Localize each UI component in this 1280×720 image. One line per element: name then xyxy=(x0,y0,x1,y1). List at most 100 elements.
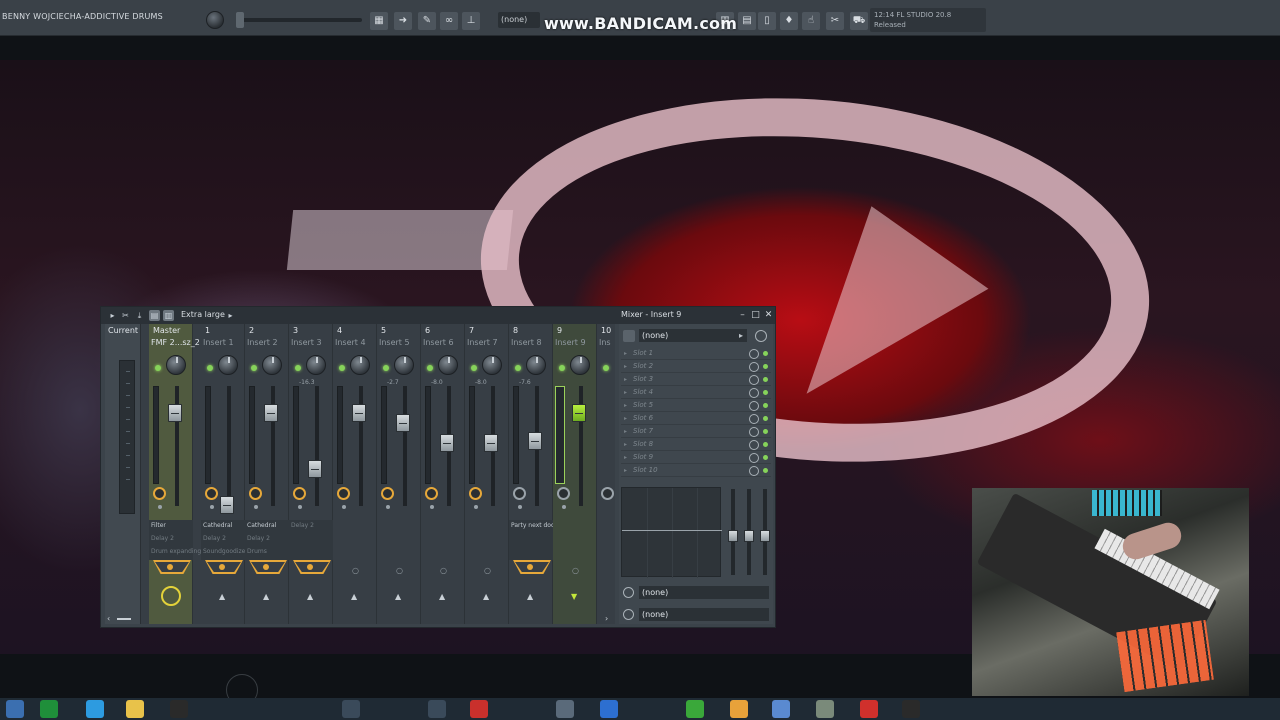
strip-enable-led[interactable] xyxy=(295,365,301,371)
scroll-right-icon[interactable]: › xyxy=(605,614,608,623)
up-arrow-icon[interactable]: ▲ xyxy=(263,592,269,601)
route-icon[interactable] xyxy=(249,487,262,500)
maximize-icon[interactable]: □ xyxy=(750,309,761,321)
fx-slot[interactable]: Soundgoodizer xyxy=(203,548,248,555)
fx-slot[interactable]: Cathedral xyxy=(247,522,276,529)
slot-enable-led[interactable] xyxy=(763,377,768,382)
strip-enable-led[interactable] xyxy=(251,365,257,371)
insert-slot-4[interactable]: ▸ Slot 4 xyxy=(621,387,771,399)
route-icon[interactable] xyxy=(557,487,570,500)
strip-name[interactable]: Insert 8 xyxy=(511,338,542,347)
mixer-strip-master[interactable]: Master FMF 2...sz_2 Filter Delay 2 Drum … xyxy=(149,324,201,624)
preset-icon[interactable] xyxy=(623,330,635,342)
slot-mix-knob[interactable] xyxy=(749,453,759,463)
slot-mix-knob[interactable] xyxy=(749,427,759,437)
up-arrow-icon[interactable]: ▲ xyxy=(219,592,225,601)
size-mode-icon[interactable]: ▥ xyxy=(163,310,174,321)
app-icon[interactable] xyxy=(730,700,748,718)
volume-fader[interactable] xyxy=(572,404,586,422)
fx-slot[interactable]: Cathedral xyxy=(203,522,232,529)
fx-slot[interactable]: Delay 2 xyxy=(203,535,226,542)
pan-knob[interactable] xyxy=(482,355,502,375)
cart-icon[interactable]: ⛟ xyxy=(850,12,868,30)
fx-slot[interactable]: Delay 2 xyxy=(247,535,270,542)
fx-slot[interactable]: Party next door xyxy=(511,522,557,529)
up-arrow-icon[interactable]: ▲ xyxy=(395,592,401,601)
preset-select[interactable]: (none) ▸ xyxy=(639,329,747,342)
route-icon[interactable] xyxy=(293,487,306,500)
route-icon[interactable] xyxy=(513,487,526,500)
strip-scrollbar[interactable]: ‹ › xyxy=(105,614,615,624)
slot-mix-knob[interactable] xyxy=(749,440,759,450)
app-icon[interactable] xyxy=(816,700,834,718)
app-icon[interactable] xyxy=(860,700,878,718)
volume-fader[interactable] xyxy=(352,404,366,422)
slot-mix-knob[interactable] xyxy=(749,466,759,476)
slot-mix-knob[interactable] xyxy=(749,375,759,385)
menu-arrow-icon[interactable]: ▸ xyxy=(107,310,118,321)
mixer-strip-insert-1[interactable]: 1 Insert 1 Cathedral Delay 2 Soundgoodiz… xyxy=(201,324,248,624)
slot-mix-knob[interactable] xyxy=(749,414,759,424)
volume-fader[interactable] xyxy=(440,434,454,452)
strip-name[interactable]: FMF 2...sz_2 xyxy=(151,338,200,347)
slot-mix-knob[interactable] xyxy=(749,349,759,359)
eq-band-fader-low-thumb[interactable] xyxy=(728,530,738,542)
mixer-titlebar[interactable]: ▸ ✂ ⤓ ▤ ▥ Extra large ▸ Mixer - Insert 9… xyxy=(101,307,775,324)
strip-name[interactable]: Insert 6 xyxy=(423,338,454,347)
insert-slot-10[interactable]: ▸ Slot 10 xyxy=(621,465,771,477)
mixer-strip-insert-4[interactable]: 4 Insert 4 ○ ▲ xyxy=(333,324,377,624)
route-icon[interactable] xyxy=(601,487,614,500)
strip-name[interactable]: Insert 5 xyxy=(379,338,410,347)
mixer-size-label[interactable]: Extra large xyxy=(181,310,225,319)
insert-slot-5[interactable]: ▸ Slot 5 xyxy=(621,400,771,412)
input-select[interactable]: (none) xyxy=(639,586,769,599)
volume-fader[interactable] xyxy=(396,414,410,432)
strip-enable-led[interactable] xyxy=(383,365,389,371)
main-volume-knob[interactable] xyxy=(206,11,224,29)
up-arrow-icon[interactable]: ▲ xyxy=(351,592,357,601)
sampler-icon[interactable]: ✂ xyxy=(826,12,844,30)
document-icon[interactable]: ▯ xyxy=(758,12,776,30)
insert-slot-9[interactable]: ▸ Slot 9 xyxy=(621,452,771,464)
eq-graph[interactable] xyxy=(621,487,722,578)
download-icon[interactable]: ⤓ xyxy=(134,310,145,321)
mixer-strip-insert-6[interactable]: 6 Insert 6 -8.0 ○ ▲ xyxy=(421,324,465,624)
app-icon[interactable] xyxy=(902,700,920,718)
main-pitch-slider[interactable] xyxy=(236,18,362,22)
edge-icon[interactable] xyxy=(86,700,104,718)
fl-studio-icon[interactable] xyxy=(470,700,488,718)
terminal-icon[interactable] xyxy=(170,700,188,718)
link-icon[interactable]: ∞ xyxy=(440,12,458,30)
route-icon[interactable] xyxy=(153,487,166,500)
pan-knob[interactable] xyxy=(218,355,238,375)
insert-slot-2[interactable]: ▸ Slot 2 xyxy=(621,361,771,373)
scroll-left-icon[interactable]: ‹ xyxy=(107,614,110,623)
mixer-strip-insert-9[interactable]: 9 Insert 9 ○ ▼ xyxy=(553,324,597,624)
channel-rack-icon[interactable]: ▤ xyxy=(738,12,756,30)
pan-knob[interactable] xyxy=(394,355,414,375)
volume-fader[interactable] xyxy=(484,434,498,452)
eq-band-fader-high-thumb[interactable] xyxy=(760,530,770,542)
eq-band-fader-mid-thumb[interactable] xyxy=(744,530,754,542)
main-pitch-slider-thumb[interactable] xyxy=(236,12,244,28)
strip-enable-led[interactable] xyxy=(559,365,565,371)
slot-enable-led[interactable] xyxy=(763,351,768,356)
fx-slot[interactable]: Delay 2 xyxy=(151,535,174,542)
slot-enable-led[interactable] xyxy=(763,468,768,473)
strip-enable-led[interactable] xyxy=(207,365,213,371)
scroll-thumb[interactable] xyxy=(117,618,131,620)
pan-knob[interactable] xyxy=(262,355,282,375)
strip-name[interactable]: Insert 3 xyxy=(291,338,322,347)
output-select[interactable]: (none) xyxy=(639,608,769,621)
start-icon[interactable] xyxy=(6,700,24,718)
up-arrow-icon[interactable]: ▲ xyxy=(439,592,445,601)
touch-icon[interactable]: ☝ xyxy=(802,12,820,30)
pen-icon[interactable]: ✎ xyxy=(418,12,436,30)
plugin-icon[interactable]: ♦ xyxy=(780,12,798,30)
pan-knob[interactable] xyxy=(526,355,546,375)
volume-fader[interactable] xyxy=(308,460,322,478)
cut-icon[interactable]: ✂ xyxy=(120,310,131,321)
mixer-strip-insert-10[interactable]: 10 Ins xyxy=(597,324,615,624)
mixer-strip-insert-2[interactable]: 2 Insert 2 Cathedral Delay 2 Drums ▲ xyxy=(245,324,289,624)
strip-name[interactable]: Ins xyxy=(599,338,611,347)
